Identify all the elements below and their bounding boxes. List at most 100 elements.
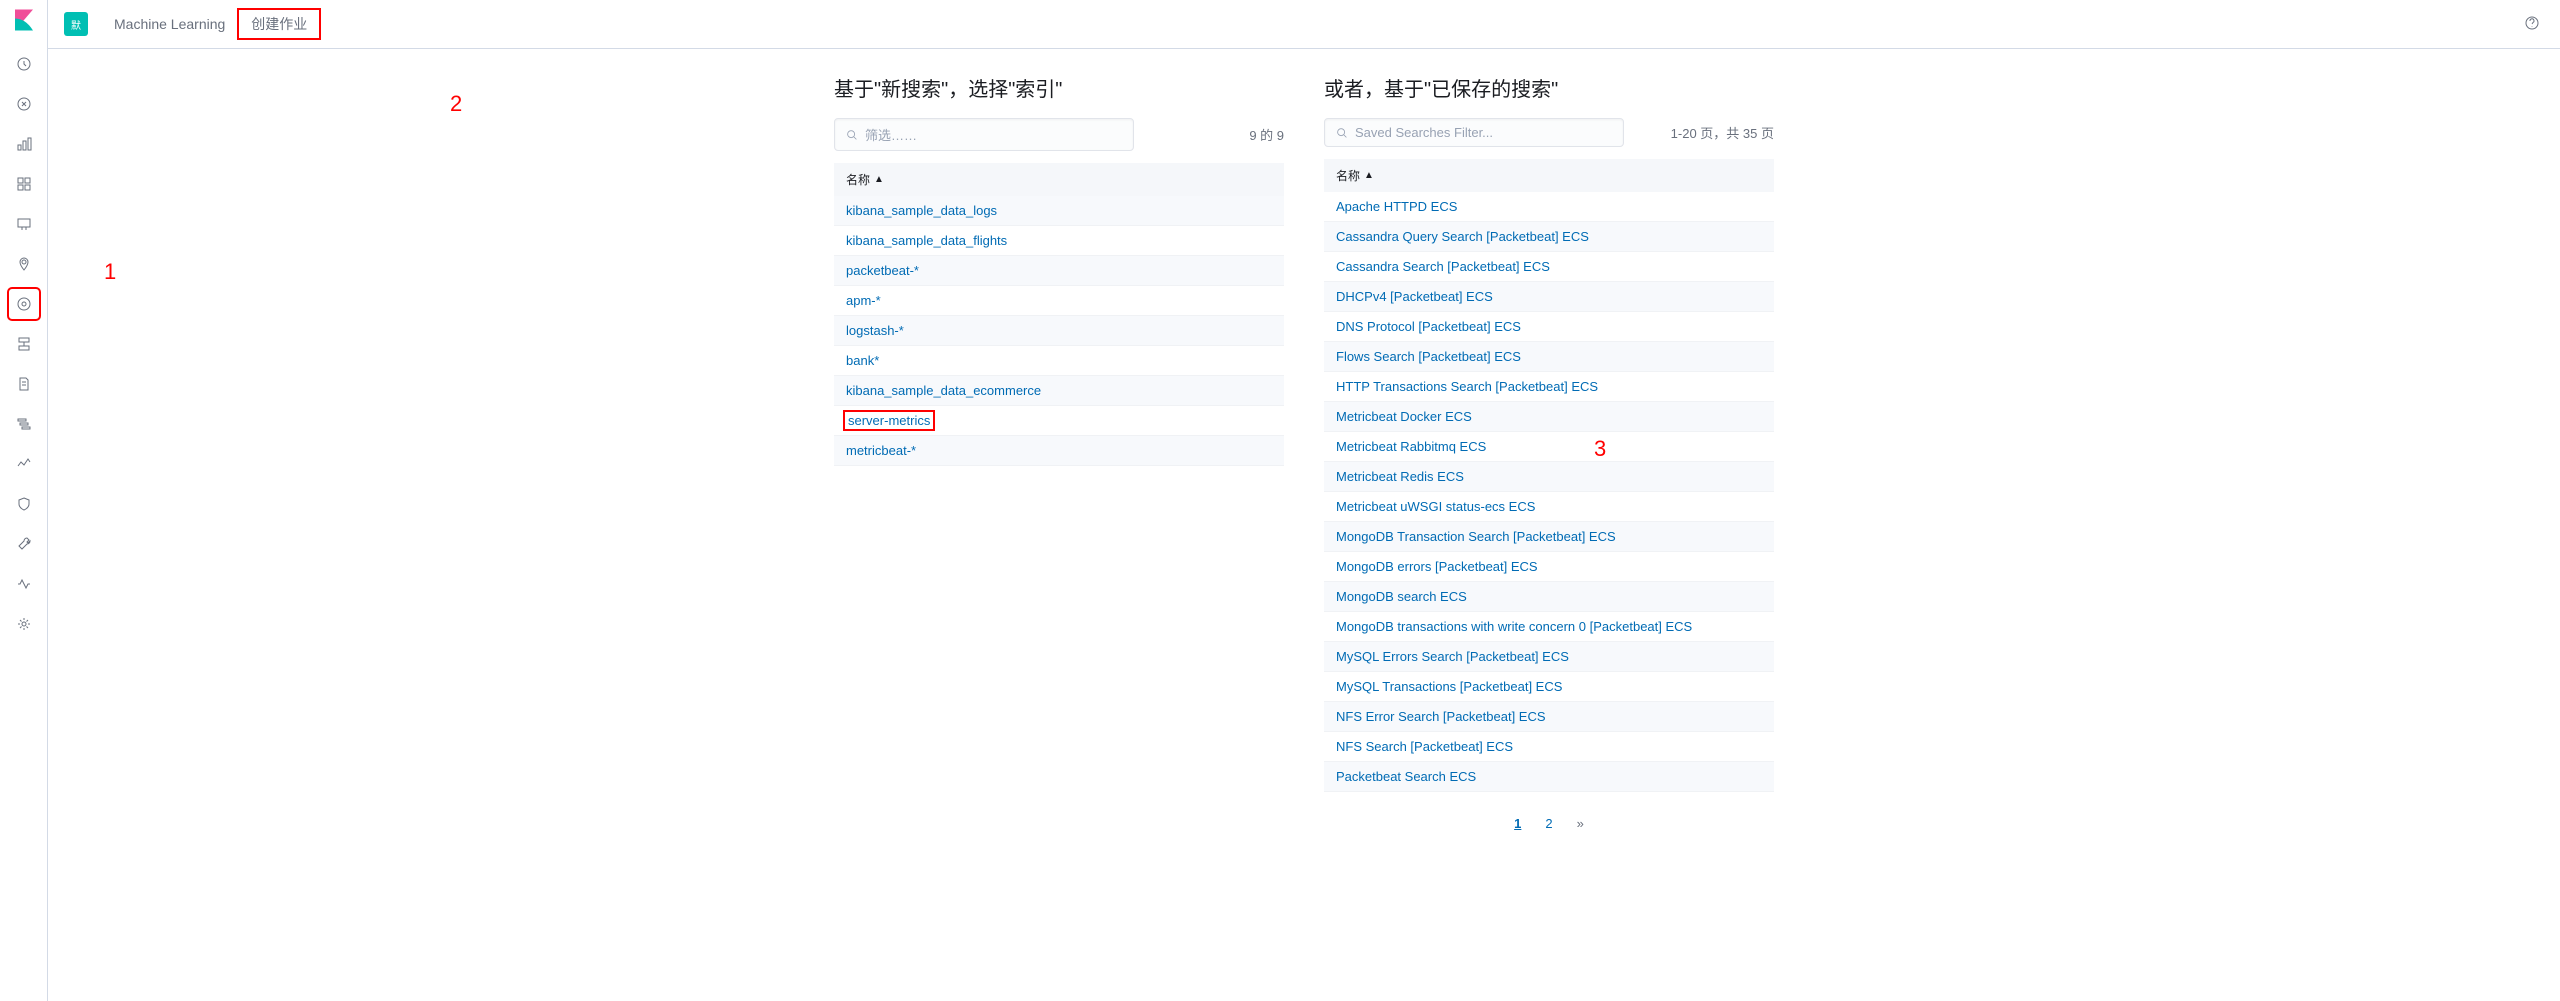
app-badge: 默 (64, 12, 88, 36)
saved-search-link[interactable]: Cassandra Search [Packetbeat] ECS (1336, 259, 1550, 274)
index-link[interactable]: bank* (846, 353, 879, 368)
search-icon (845, 128, 859, 142)
table-row: NFS Error Search [Packetbeat] ECS (1324, 702, 1774, 732)
saved-search-link[interactable]: NFS Search [Packetbeat] ECS (1336, 739, 1513, 754)
saved-search-link[interactable]: DNS Protocol [Packetbeat] ECS (1336, 319, 1521, 334)
saved-search-column-header[interactable]: 名称▲ (1324, 159, 1774, 192)
table-row: bank* (834, 346, 1284, 376)
dashboard-icon[interactable] (8, 168, 40, 200)
table-row: MongoDB Transaction Search [Packetbeat] … (1324, 522, 1774, 552)
index-filter-input[interactable]: 筛选…… (834, 118, 1134, 151)
annotation-2: 2 (450, 91, 462, 117)
content: 1 2 基于"新搜索"，选择"索引" 筛选…… 9 的 9 名称▲ (48, 49, 2560, 1001)
table-row: NFS Search [Packetbeat] ECS (1324, 732, 1774, 762)
index-count: 9 的 9 (1249, 125, 1284, 144)
dev-tools-icon[interactable] (8, 528, 40, 560)
saved-search-link[interactable]: Apache HTTPD ECS (1336, 199, 1457, 214)
visualize-icon[interactable] (8, 128, 40, 160)
table-row: MongoDB search ECS (1324, 582, 1774, 612)
index-link[interactable]: logstash-* (846, 323, 904, 338)
saved-search-link[interactable]: Packetbeat Search ECS (1336, 769, 1476, 784)
kibana-logo-icon[interactable] (12, 8, 36, 32)
table-row: MongoDB errors [Packetbeat] ECS (1324, 552, 1774, 582)
saved-search-link[interactable]: HTTP Transactions Search [Packetbeat] EC… (1336, 379, 1598, 394)
table-row: Metricbeat Redis ECS (1324, 462, 1774, 492)
index-title: 基于"新搜索"，选择"索引" (834, 73, 1284, 102)
table-row: kibana_sample_data_flights (834, 226, 1284, 256)
table-row: server-metrics (834, 406, 1284, 436)
help-icon[interactable] (2520, 11, 2544, 38)
siem-icon[interactable] (8, 488, 40, 520)
index-link[interactable]: kibana_sample_data_flights (846, 233, 1007, 248)
pagination: 1 2 » (1324, 812, 1774, 835)
table-row: logstash-* (834, 316, 1284, 346)
table-row: kibana_sample_data_ecommerce (834, 376, 1284, 406)
index-link[interactable]: apm-* (846, 293, 881, 308)
breadcrumb-app[interactable]: Machine Learning (102, 14, 237, 34)
saved-search-link[interactable]: Metricbeat Redis ECS (1336, 469, 1464, 484)
saved-search-filter-input[interactable]: Saved Searches Filter... (1324, 118, 1624, 147)
table-row: Packetbeat Search ECS (1324, 762, 1774, 792)
saved-search-link[interactable]: MySQL Transactions [Packetbeat] ECS (1336, 679, 1562, 694)
index-filter-placeholder: 筛选…… (865, 125, 917, 144)
table-row: Flows Search [Packetbeat] ECS (1324, 342, 1774, 372)
saved-search-link[interactable]: Flows Search [Packetbeat] ECS (1336, 349, 1521, 364)
sort-asc-icon: ▲ (1364, 170, 1374, 181)
apm-icon[interactable] (8, 408, 40, 440)
saved-search-link[interactable]: Metricbeat uWSGI status-ecs ECS (1336, 499, 1535, 514)
saved-search-link[interactable]: MongoDB errors [Packetbeat] ECS (1336, 559, 1538, 574)
saved-search-link[interactable]: DHCPv4 [Packetbeat] ECS (1336, 289, 1493, 304)
table-row: kibana_sample_data_logs (834, 196, 1284, 226)
index-column-header[interactable]: 名称▲ (834, 163, 1284, 196)
uptime-icon[interactable] (8, 448, 40, 480)
management-icon[interactable] (8, 608, 40, 640)
table-row: MongoDB transactions with write concern … (1324, 612, 1774, 642)
table-row: Apache HTTPD ECS (1324, 192, 1774, 222)
sort-asc-icon: ▲ (874, 174, 884, 185)
infra-icon[interactable] (8, 328, 40, 360)
index-link[interactable]: packetbeat-* (846, 263, 919, 278)
header: 默 Machine Learning 创建作业 (48, 0, 2560, 49)
table-row: Cassandra Query Search [Packetbeat] ECS (1324, 222, 1774, 252)
page-2[interactable]: 2 (1539, 812, 1558, 835)
page-next[interactable]: » (1571, 812, 1590, 835)
saved-search-link[interactable]: MongoDB transactions with write concern … (1336, 619, 1692, 634)
search-icon (1335, 126, 1349, 140)
table-row: DNS Protocol [Packetbeat] ECS (1324, 312, 1774, 342)
saved-search-link[interactable]: MongoDB search ECS (1336, 589, 1467, 604)
discover-icon[interactable] (8, 88, 40, 120)
saved-search-link[interactable]: Metricbeat Docker ECS (1336, 409, 1472, 424)
annotation-1: 1 (104, 259, 116, 285)
maps-icon[interactable] (8, 248, 40, 280)
ml-icon[interactable] (8, 288, 40, 320)
table-row: Metricbeat Docker ECS (1324, 402, 1774, 432)
breadcrumb-page: 创建作业 (237, 8, 321, 40)
saved-search-title: 或者，基于"已保存的搜索" (1324, 73, 1774, 102)
page-1[interactable]: 1 (1508, 812, 1527, 835)
saved-search-link[interactable]: NFS Error Search [Packetbeat] ECS (1336, 709, 1546, 724)
table-row: DHCPv4 [Packetbeat] ECS (1324, 282, 1774, 312)
index-link[interactable]: metricbeat-* (846, 443, 916, 458)
table-row: MySQL Errors Search [Packetbeat] ECS (1324, 642, 1774, 672)
index-link[interactable]: kibana_sample_data_logs (846, 203, 997, 218)
table-row: metricbeat-* (834, 436, 1284, 466)
table-row: apm-* (834, 286, 1284, 316)
breadcrumb: Machine Learning 创建作业 (102, 8, 321, 40)
monitoring-icon[interactable] (8, 568, 40, 600)
table-row: Cassandra Search [Packetbeat] ECS (1324, 252, 1774, 282)
canvas-icon[interactable] (8, 208, 40, 240)
saved-search-count: 1-20 页，共 35 页 (1671, 123, 1774, 142)
recent-icon[interactable] (8, 48, 40, 80)
saved-search-filter-placeholder: Saved Searches Filter... (1355, 125, 1493, 140)
logs-icon[interactable] (8, 368, 40, 400)
saved-search-link[interactable]: MongoDB Transaction Search [Packetbeat] … (1336, 529, 1616, 544)
index-link[interactable]: kibana_sample_data_ecommerce (846, 383, 1041, 398)
table-row: MySQL Transactions [Packetbeat] ECS (1324, 672, 1774, 702)
annotation-3: 3 (1594, 436, 1606, 462)
saved-search-link[interactable]: Cassandra Query Search [Packetbeat] ECS (1336, 229, 1589, 244)
index-link[interactable]: server-metrics (846, 413, 932, 428)
saved-search-link[interactable]: MySQL Errors Search [Packetbeat] ECS (1336, 649, 1569, 664)
saved-search-link[interactable]: Metricbeat Rabbitmq ECS (1336, 439, 1486, 454)
main: 默 Machine Learning 创建作业 1 2 基于"新搜索"，选择"索… (48, 0, 2560, 1001)
table-row: packetbeat-* (834, 256, 1284, 286)
